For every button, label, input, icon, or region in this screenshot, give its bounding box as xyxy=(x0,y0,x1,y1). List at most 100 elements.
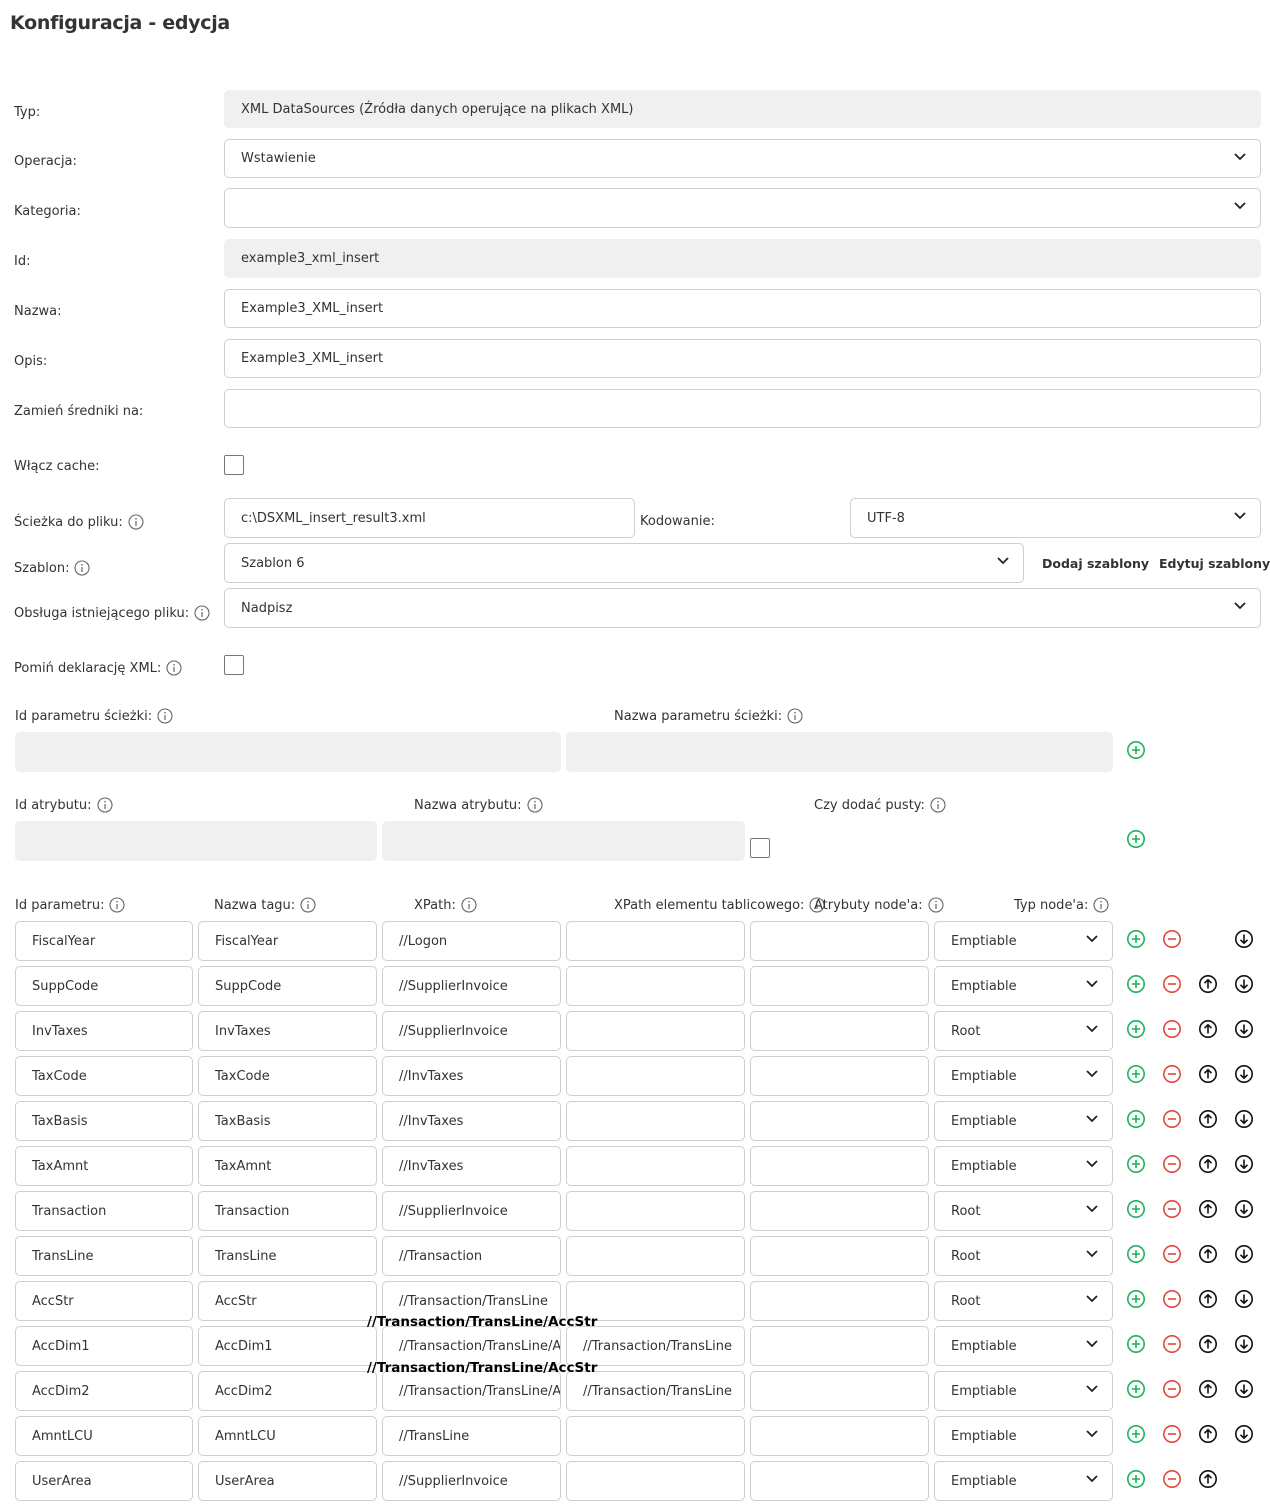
minus-circle-icon[interactable] xyxy=(1162,1154,1182,1174)
minus-circle-icon[interactable] xyxy=(1162,1199,1182,1219)
pomin-checkbox[interactable] xyxy=(224,655,244,675)
xpath-input[interactable]: //SupplierInvoice xyxy=(382,966,561,1006)
arrow-up-circle-icon[interactable] xyxy=(1198,1469,1218,1489)
xpath-input[interactable]: //SupplierInvoice xyxy=(382,1011,561,1051)
param-id-input[interactable]: UserArea xyxy=(15,1461,193,1501)
arrow-down-circle-icon[interactable] xyxy=(1234,1019,1254,1039)
minus-circle-icon[interactable] xyxy=(1162,1244,1182,1264)
arrow-up-circle-icon[interactable] xyxy=(1198,1154,1218,1174)
arrow-up-circle-icon[interactable] xyxy=(1198,1334,1218,1354)
arrow-down-circle-icon[interactable] xyxy=(1234,1109,1254,1129)
info-icon[interactable] xyxy=(527,797,543,813)
plus-circle-icon[interactable] xyxy=(1126,1199,1146,1219)
node-attrs-input[interactable] xyxy=(750,1101,929,1141)
minus-circle-icon[interactable] xyxy=(1162,1289,1182,1309)
plus-circle-icon[interactable] xyxy=(1126,1469,1146,1489)
plus-circle-icon[interactable] xyxy=(1126,740,1146,760)
plus-circle-icon[interactable] xyxy=(1126,1154,1146,1174)
plus-circle-icon[interactable] xyxy=(1126,1379,1146,1399)
arrow-up-circle-icon[interactable] xyxy=(1198,1064,1218,1084)
node-type-select[interactable]: Emptiable xyxy=(934,1101,1113,1141)
minus-circle-icon[interactable] xyxy=(1162,1379,1182,1399)
xpath-input[interactable]: //InvTaxes xyxy=(382,1146,561,1186)
arrow-down-circle-icon[interactable] xyxy=(1234,1154,1254,1174)
arrow-down-circle-icon[interactable] xyxy=(1234,1289,1254,1309)
attr-name-input[interactable] xyxy=(382,821,745,861)
attr-empty-checkbox[interactable] xyxy=(750,838,770,858)
xpath-array-input[interactable]: //Transaction/TransLine xyxy=(566,1371,745,1411)
path-param-name-input[interactable] xyxy=(566,732,1113,772)
node-type-select[interactable]: Emptiable xyxy=(934,966,1113,1006)
param-id-input[interactable]: TaxAmnt xyxy=(15,1146,193,1186)
node-attrs-input[interactable] xyxy=(750,1191,929,1231)
xpath-input[interactable]: //InvTaxes xyxy=(382,1101,561,1141)
arrow-up-circle-icon[interactable] xyxy=(1198,1379,1218,1399)
minus-circle-icon[interactable] xyxy=(1162,1334,1182,1354)
arrow-down-circle-icon[interactable] xyxy=(1234,1244,1254,1264)
arrow-up-circle-icon[interactable] xyxy=(1198,1289,1218,1309)
xpath-array-input[interactable] xyxy=(566,1236,745,1276)
xpath-input[interactable]: //SupplierInvoice xyxy=(382,1461,561,1501)
info-icon[interactable] xyxy=(128,514,144,530)
attr-id-input[interactable] xyxy=(15,821,377,861)
info-icon[interactable] xyxy=(787,708,803,724)
node-attrs-input[interactable] xyxy=(750,1281,929,1321)
arrow-down-circle-icon[interactable] xyxy=(1234,974,1254,994)
tag-name-input[interactable]: AmntLCU xyxy=(198,1416,377,1456)
info-icon[interactable] xyxy=(194,605,210,621)
arrow-up-circle-icon[interactable] xyxy=(1198,1199,1218,1219)
info-icon[interactable] xyxy=(930,797,946,813)
tag-name-input[interactable]: AccStr xyxy=(198,1281,377,1321)
node-type-select[interactable]: Root xyxy=(934,1281,1113,1321)
add-templates-button[interactable]: Dodaj szablony xyxy=(1042,556,1149,571)
minus-circle-icon[interactable] xyxy=(1162,929,1182,949)
tag-name-input[interactable]: TaxAmnt xyxy=(198,1146,377,1186)
arrow-down-circle-icon[interactable] xyxy=(1234,1064,1254,1084)
minus-circle-icon[interactable] xyxy=(1162,1064,1182,1084)
plus-circle-icon[interactable] xyxy=(1126,1334,1146,1354)
kodowanie-select[interactable]: UTF-8 xyxy=(850,498,1261,538)
plus-circle-icon[interactable] xyxy=(1126,1109,1146,1129)
arrow-up-circle-icon[interactable] xyxy=(1198,1019,1218,1039)
node-attrs-input[interactable] xyxy=(750,1371,929,1411)
param-id-input[interactable]: FiscalYear xyxy=(15,921,193,961)
info-icon[interactable] xyxy=(1093,897,1109,913)
tag-name-input[interactable]: UserArea xyxy=(198,1461,377,1501)
node-attrs-input[interactable] xyxy=(750,1236,929,1276)
plus-circle-icon[interactable] xyxy=(1126,1424,1146,1444)
tag-name-input[interactable]: FiscalYear xyxy=(198,921,377,961)
node-type-select[interactable]: Root xyxy=(934,1236,1113,1276)
arrow-down-circle-icon[interactable] xyxy=(1234,929,1254,949)
node-type-select[interactable]: Root xyxy=(934,1011,1113,1051)
param-id-input[interactable]: AmntLCU xyxy=(15,1416,193,1456)
cache-checkbox[interactable] xyxy=(224,455,244,475)
tag-name-input[interactable]: TaxBasis xyxy=(198,1101,377,1141)
arrow-down-circle-icon[interactable] xyxy=(1234,1334,1254,1354)
node-attrs-input[interactable] xyxy=(750,1056,929,1096)
node-type-select[interactable]: Emptiable xyxy=(934,1146,1113,1186)
node-attrs-input[interactable] xyxy=(750,1416,929,1456)
xpath-input[interactable]: //InvTaxes xyxy=(382,1056,561,1096)
arrow-up-circle-icon[interactable] xyxy=(1198,1424,1218,1444)
plus-circle-icon[interactable] xyxy=(1126,1019,1146,1039)
xpath-array-input[interactable] xyxy=(566,1146,745,1186)
param-id-input[interactable]: Transaction xyxy=(15,1191,193,1231)
xpath-input[interactable]: //Transaction xyxy=(382,1236,561,1276)
nazwa-input[interactable]: Example3_XML_insert xyxy=(224,289,1261,328)
plus-circle-icon[interactable] xyxy=(1126,1244,1146,1264)
plus-circle-icon[interactable] xyxy=(1126,829,1146,849)
obsluga-select[interactable]: Nadpisz xyxy=(224,588,1261,628)
node-type-select[interactable]: Emptiable xyxy=(934,1371,1113,1411)
node-attrs-input[interactable] xyxy=(750,921,929,961)
arrow-up-circle-icon[interactable] xyxy=(1198,974,1218,994)
info-icon[interactable] xyxy=(928,897,944,913)
plus-circle-icon[interactable] xyxy=(1126,929,1146,949)
arrow-up-circle-icon[interactable] xyxy=(1198,1109,1218,1129)
node-type-select[interactable]: Emptiable xyxy=(934,1326,1113,1366)
tag-name-input[interactable]: TransLine xyxy=(198,1236,377,1276)
info-icon[interactable] xyxy=(461,897,477,913)
plus-circle-icon[interactable] xyxy=(1126,1289,1146,1309)
zamien-input[interactable] xyxy=(224,389,1261,428)
param-id-input[interactable]: SuppCode xyxy=(15,966,193,1006)
edit-templates-button[interactable]: Edytuj szablony xyxy=(1159,556,1270,571)
